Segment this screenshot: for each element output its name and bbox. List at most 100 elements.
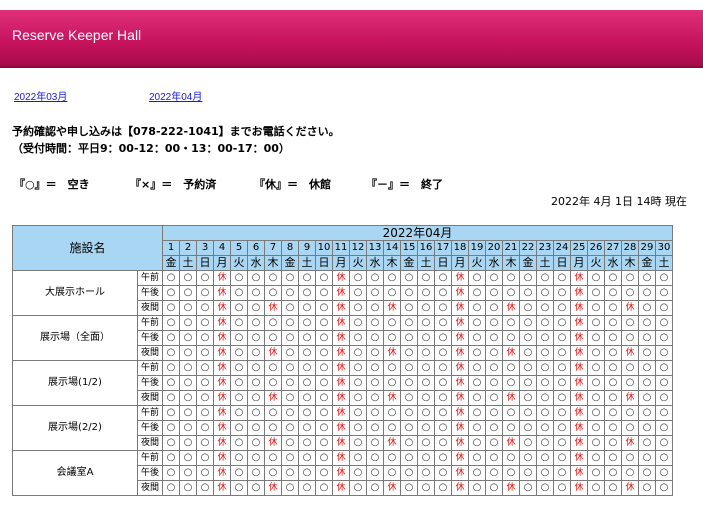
status-open-cell[interactable]: ○: [349, 285, 367, 301]
status-open-cell[interactable]: ○: [196, 315, 214, 331]
status-open-cell[interactable]: ○: [638, 315, 656, 331]
status-open-cell[interactable]: ○: [247, 330, 265, 346]
status-open-cell[interactable]: ○: [298, 450, 316, 466]
status-open-cell[interactable]: ○: [315, 330, 333, 346]
status-open-cell[interactable]: ○: [553, 450, 571, 466]
status-open-cell[interactable]: ○: [366, 270, 384, 286]
status-open-cell[interactable]: ○: [315, 390, 333, 406]
status-open-cell[interactable]: ○: [315, 270, 333, 286]
status-open-cell[interactable]: ○: [553, 300, 571, 316]
status-open-cell[interactable]: ○: [230, 345, 248, 361]
status-open-cell[interactable]: ○: [519, 465, 537, 481]
status-open-cell[interactable]: ○: [468, 315, 486, 331]
status-open-cell[interactable]: ○: [264, 285, 282, 301]
status-open-cell[interactable]: ○: [502, 465, 520, 481]
status-open-cell[interactable]: ○: [587, 300, 605, 316]
status-open-cell[interactable]: ○: [434, 390, 452, 406]
status-open-cell[interactable]: ○: [230, 330, 248, 346]
status-open-cell[interactable]: ○: [162, 270, 180, 286]
status-open-cell[interactable]: ○: [179, 300, 197, 316]
status-open-cell[interactable]: ○: [655, 360, 673, 376]
status-open-cell[interactable]: ○: [230, 405, 248, 421]
status-open-cell[interactable]: ○: [230, 390, 248, 406]
status-open-cell[interactable]: ○: [196, 465, 214, 481]
status-open-cell[interactable]: ○: [264, 315, 282, 331]
status-open-cell[interactable]: ○: [383, 375, 401, 391]
status-open-cell[interactable]: ○: [621, 465, 639, 481]
status-open-cell[interactable]: ○: [604, 360, 622, 376]
status-open-cell[interactable]: ○: [587, 465, 605, 481]
status-open-cell[interactable]: ○: [298, 480, 316, 496]
status-open-cell[interactable]: ○: [485, 375, 503, 391]
status-open-cell[interactable]: ○: [638, 405, 656, 421]
status-open-cell[interactable]: ○: [519, 285, 537, 301]
status-open-cell[interactable]: ○: [162, 285, 180, 301]
status-open-cell[interactable]: ○: [196, 285, 214, 301]
status-open-cell[interactable]: ○: [553, 315, 571, 331]
status-open-cell[interactable]: ○: [162, 390, 180, 406]
status-open-cell[interactable]: ○: [519, 450, 537, 466]
status-open-cell[interactable]: ○: [587, 315, 605, 331]
status-open-cell[interactable]: ○: [298, 435, 316, 451]
status-open-cell[interactable]: ○: [485, 435, 503, 451]
status-open-cell[interactable]: ○: [621, 420, 639, 436]
status-open-cell[interactable]: ○: [247, 435, 265, 451]
status-open-cell[interactable]: ○: [502, 360, 520, 376]
status-open-cell[interactable]: ○: [162, 405, 180, 421]
status-open-cell[interactable]: ○: [383, 450, 401, 466]
status-open-cell[interactable]: ○: [230, 375, 248, 391]
status-open-cell[interactable]: ○: [655, 285, 673, 301]
status-open-cell[interactable]: ○: [298, 345, 316, 361]
status-open-cell[interactable]: ○: [247, 285, 265, 301]
status-open-cell[interactable]: ○: [366, 330, 384, 346]
status-open-cell[interactable]: ○: [400, 405, 418, 421]
status-open-cell[interactable]: ○: [247, 450, 265, 466]
status-open-cell[interactable]: ○: [485, 465, 503, 481]
status-open-cell[interactable]: ○: [264, 420, 282, 436]
status-open-cell[interactable]: ○: [434, 285, 452, 301]
status-open-cell[interactable]: ○: [502, 375, 520, 391]
status-open-cell[interactable]: ○: [553, 420, 571, 436]
status-open-cell[interactable]: ○: [179, 420, 197, 436]
status-open-cell[interactable]: ○: [604, 270, 622, 286]
status-open-cell[interactable]: ○: [485, 300, 503, 316]
status-open-cell[interactable]: ○: [247, 345, 265, 361]
status-open-cell[interactable]: ○: [536, 480, 554, 496]
status-open-cell[interactable]: ○: [536, 315, 554, 331]
status-open-cell[interactable]: ○: [281, 345, 299, 361]
month-link-2022-04[interactable]: 2022年04月: [149, 88, 202, 103]
status-open-cell[interactable]: ○: [366, 390, 384, 406]
status-open-cell[interactable]: ○: [519, 435, 537, 451]
status-open-cell[interactable]: ○: [502, 405, 520, 421]
status-open-cell[interactable]: ○: [604, 465, 622, 481]
status-open-cell[interactable]: ○: [162, 300, 180, 316]
status-open-cell[interactable]: ○: [179, 375, 197, 391]
status-open-cell[interactable]: ○: [281, 300, 299, 316]
status-open-cell[interactable]: ○: [621, 285, 639, 301]
status-open-cell[interactable]: ○: [655, 465, 673, 481]
status-open-cell[interactable]: ○: [247, 405, 265, 421]
status-open-cell[interactable]: ○: [281, 435, 299, 451]
status-open-cell[interactable]: ○: [587, 270, 605, 286]
status-open-cell[interactable]: ○: [434, 315, 452, 331]
status-open-cell[interactable]: ○: [468, 405, 486, 421]
status-open-cell[interactable]: ○: [281, 450, 299, 466]
status-open-cell[interactable]: ○: [298, 285, 316, 301]
status-open-cell[interactable]: ○: [315, 435, 333, 451]
status-open-cell[interactable]: ○: [400, 390, 418, 406]
status-open-cell[interactable]: ○: [383, 285, 401, 301]
status-open-cell[interactable]: ○: [536, 450, 554, 466]
status-open-cell[interactable]: ○: [417, 465, 435, 481]
status-open-cell[interactable]: ○: [468, 330, 486, 346]
status-open-cell[interactable]: ○: [349, 300, 367, 316]
status-open-cell[interactable]: ○: [281, 480, 299, 496]
status-open-cell[interactable]: ○: [485, 390, 503, 406]
status-open-cell[interactable]: ○: [196, 300, 214, 316]
status-open-cell[interactable]: ○: [400, 300, 418, 316]
status-open-cell[interactable]: ○: [179, 405, 197, 421]
status-open-cell[interactable]: ○: [349, 375, 367, 391]
status-open-cell[interactable]: ○: [162, 330, 180, 346]
status-open-cell[interactable]: ○: [196, 360, 214, 376]
status-open-cell[interactable]: ○: [553, 270, 571, 286]
status-open-cell[interactable]: ○: [604, 315, 622, 331]
